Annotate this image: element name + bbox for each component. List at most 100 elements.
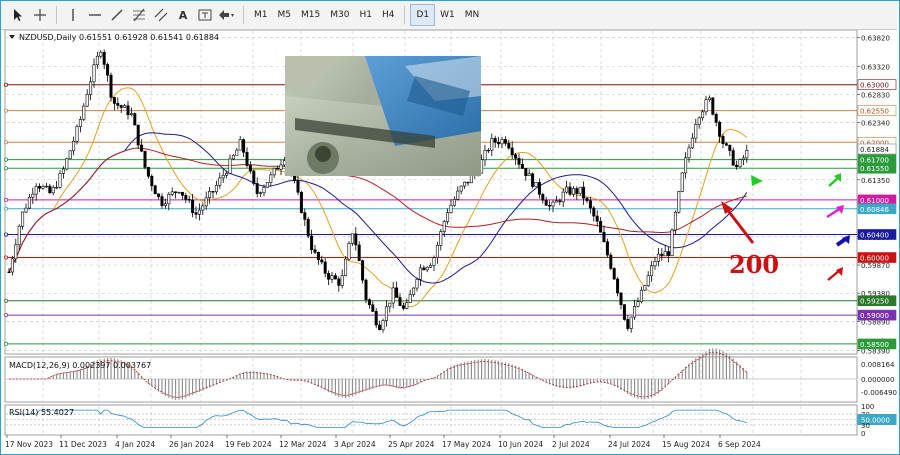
price-level-tag[interactable]: 0.62550	[857, 105, 897, 116]
candle	[466, 181, 470, 186]
candle	[31, 187, 35, 204]
price-level-label: 0.60000	[860, 255, 889, 263]
timeframe-w1[interactable]: W1	[435, 5, 460, 25]
price-level-tag[interactable]: 0.60400	[857, 229, 897, 240]
level-handle[interactable]	[4, 140, 9, 145]
candle	[357, 241, 361, 261]
candle	[238, 136, 242, 151]
candle	[599, 217, 603, 233]
candle	[741, 155, 745, 166]
fibonacci-tool-icon[interactable]	[128, 4, 150, 26]
price-level-label: 0.61550	[860, 165, 889, 173]
candle	[507, 139, 511, 150]
equidistant-channel-tool-icon[interactable]	[150, 4, 172, 26]
timeframe-h1[interactable]: H1	[354, 5, 377, 25]
timeframe-m30[interactable]: M30	[325, 5, 354, 25]
candle	[680, 172, 684, 193]
candle	[554, 195, 558, 203]
level-handle[interactable]	[4, 313, 9, 318]
price-level-label: 0.59250	[860, 298, 889, 306]
candle	[493, 135, 497, 148]
timeframe-d1[interactable]: D1	[410, 4, 436, 26]
candle	[333, 272, 337, 280]
toolbar-separator	[404, 6, 406, 24]
price-level-tag[interactable]: 0.61884	[857, 143, 897, 155]
candle	[517, 153, 521, 169]
date-tick-label: 6 Sep 2024	[718, 440, 761, 449]
candle	[551, 200, 555, 213]
level-handle[interactable]	[4, 341, 9, 346]
timeframe-m5[interactable]: M5	[273, 5, 297, 25]
price-level-tag[interactable]: 0.61000	[857, 194, 897, 206]
candle	[119, 104, 123, 113]
level-handle[interactable]	[4, 108, 9, 113]
rsi-tick-label: 0	[861, 430, 865, 438]
candle	[459, 185, 463, 195]
chart-collapse-icon[interactable]	[9, 35, 15, 39]
candle	[167, 192, 171, 211]
vertical-line-tool-icon[interactable]	[62, 4, 84, 26]
arrows-tool-icon[interactable]	[216, 4, 238, 26]
candle	[191, 193, 195, 218]
annotation-200-label: 200	[729, 250, 779, 279]
price-level-tag[interactable]: 0.61550	[857, 162, 897, 174]
candle	[85, 89, 89, 108]
level-handle[interactable]	[4, 197, 9, 202]
level-handle[interactable]	[4, 298, 9, 303]
candle	[731, 147, 735, 166]
candle	[405, 298, 409, 310]
price-level-tag[interactable]: 0.63000	[857, 79, 897, 90]
timeframe-m1[interactable]: M1	[249, 5, 273, 25]
candle	[218, 172, 222, 189]
candle	[123, 103, 127, 108]
level-handle[interactable]	[4, 82, 9, 87]
green-triangle-marker	[751, 175, 763, 186]
price-level-label: 0.59000	[860, 312, 889, 320]
price-level-tag[interactable]: 0.59250	[857, 295, 897, 307]
candle	[626, 315, 630, 331]
candle	[452, 196, 456, 207]
candle	[439, 229, 443, 251]
crosshair-tool-icon[interactable]	[29, 4, 51, 26]
candle	[432, 255, 436, 272]
price-level-tag[interactable]: 0.58500	[857, 338, 897, 350]
candle	[106, 62, 110, 82]
candle	[235, 147, 239, 156]
candle	[174, 191, 178, 199]
candle	[629, 316, 633, 333]
price-level-tag[interactable]: 0.60846	[857, 203, 897, 215]
trend-line-tool-icon[interactable]	[106, 4, 128, 26]
candle	[344, 256, 348, 277]
candle	[153, 184, 157, 195]
candle	[367, 298, 371, 309]
price-level-tag[interactable]: 0.59000	[857, 309, 897, 321]
candle	[340, 269, 344, 289]
candle	[660, 248, 664, 261]
candle	[605, 238, 609, 258]
text-label-tool-icon[interactable]	[194, 4, 216, 26]
candle	[361, 259, 365, 284]
horizontal-line-tool-icon[interactable]	[84, 4, 106, 26]
timeframe-mn[interactable]: MN	[460, 5, 485, 25]
date-axis: 17 Nov 2023 11 Dec 2023 4 Jan 2024 26 Jan 2…	[5, 435, 761, 449]
candle	[524, 168, 528, 181]
price-level-tag[interactable]: 0.60000	[857, 252, 897, 263]
candle	[48, 183, 52, 194]
candle	[714, 112, 718, 127]
level-handle[interactable]	[4, 232, 9, 237]
text-tool-icon[interactable]: A	[172, 4, 194, 26]
timeframe-m15[interactable]: M15	[296, 5, 325, 25]
level-handle[interactable]	[4, 157, 9, 162]
level-handle[interactable]	[4, 206, 9, 211]
candle	[653, 256, 657, 270]
cursor-tool-icon[interactable]	[7, 4, 29, 26]
candle	[531, 172, 535, 189]
level-handle[interactable]	[4, 255, 9, 260]
timeframe-h4[interactable]: H4	[377, 5, 400, 25]
candle	[497, 136, 501, 148]
price-chart[interactable]: 0.0081640.000000-0.006490 1007050.000030…	[1, 30, 897, 453]
candle	[435, 241, 439, 264]
candle	[738, 158, 742, 169]
candle	[214, 180, 218, 195]
level-handle[interactable]	[4, 166, 9, 171]
